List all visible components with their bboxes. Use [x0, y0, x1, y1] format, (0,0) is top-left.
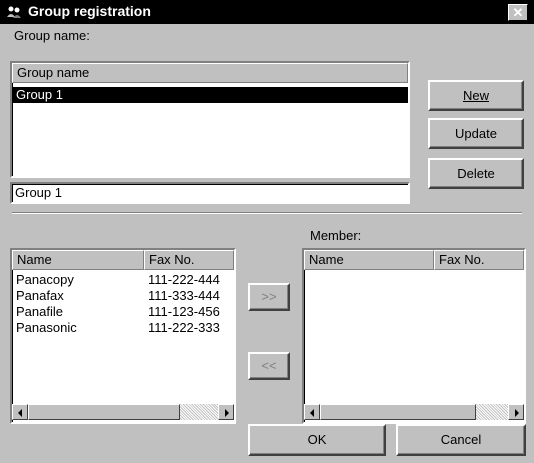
- arrow-left-icon: [310, 409, 314, 417]
- group-name-field-value: Group 1: [15, 185, 62, 200]
- directory-row-name: Panasonic: [16, 320, 77, 335]
- member-hscrollbar[interactable]: [304, 404, 524, 420]
- ok-button-label: OK: [307, 432, 327, 447]
- delete-button-label: Delete: [457, 166, 495, 181]
- add-member-button[interactable]: >>: [248, 283, 290, 311]
- member-list[interactable]: Name Fax No.: [302, 248, 526, 424]
- close-button[interactable]: ✕: [508, 4, 528, 21]
- cancel-button-label: Cancel: [440, 432, 482, 447]
- directory-row-fax: 111-333-444: [148, 288, 220, 303]
- separator: [12, 212, 522, 214]
- directory-row[interactable]: Panafax 111-333-444: [12, 288, 234, 304]
- scroll-right-button[interactable]: [218, 404, 234, 420]
- ok-button[interactable]: OK: [248, 424, 386, 456]
- delete-button[interactable]: Delete: [428, 158, 524, 189]
- scroll-left-button[interactable]: [304, 404, 320, 420]
- update-button[interactable]: Update: [428, 118, 524, 149]
- member-label: Member:: [310, 228, 362, 243]
- remove-member-label: <<: [261, 358, 277, 373]
- update-button-label: Update: [455, 126, 497, 141]
- add-member-label: >>: [261, 289, 277, 304]
- scroll-track[interactable]: [476, 404, 508, 420]
- directory-header-name[interactable]: Name: [12, 250, 144, 270]
- close-icon: ✕: [512, 5, 524, 20]
- directory-row-fax: 111-222-444: [148, 272, 220, 287]
- directory-row-fax: 111-222-333: [148, 320, 220, 335]
- group-people-icon: [6, 4, 22, 20]
- group-name-field[interactable]: Group 1: [10, 182, 410, 204]
- directory-row-name: Panafax: [16, 288, 64, 303]
- new-button[interactable]: New: [428, 80, 524, 111]
- scroll-thumb[interactable]: [28, 404, 180, 420]
- group-list-item[interactable]: Group 1: [12, 87, 408, 103]
- scroll-left-button[interactable]: [12, 404, 28, 420]
- arrow-left-icon: [18, 409, 22, 417]
- window-title: Group registration: [28, 3, 151, 19]
- arrow-right-icon: [515, 409, 519, 417]
- directory-row[interactable]: Panasonic 111-222-333: [12, 320, 234, 336]
- directory-header-fax[interactable]: Fax No.: [144, 250, 234, 270]
- directory-row[interactable]: Panafile 111-123-456: [12, 304, 234, 320]
- scroll-track[interactable]: [180, 404, 218, 420]
- member-header-name[interactable]: Name: [304, 250, 434, 270]
- group-list-header[interactable]: Group name: [12, 63, 408, 83]
- scroll-right-button[interactable]: [508, 404, 524, 420]
- directory-row-fax: 111-123-456: [148, 304, 220, 319]
- title-bar[interactable]: Group registration ✕: [0, 0, 534, 24]
- directory-hscrollbar[interactable]: [12, 404, 234, 420]
- remove-member-button[interactable]: <<: [248, 352, 290, 380]
- cancel-button[interactable]: Cancel: [396, 424, 526, 456]
- directory-row-name: Panacopy: [16, 272, 74, 287]
- group-name-label: Group name:: [14, 28, 90, 43]
- member-header-fax[interactable]: Fax No.: [434, 250, 524, 270]
- new-button-label: New: [462, 88, 489, 103]
- group-item-label: Group 1: [16, 87, 63, 102]
- directory-row[interactable]: Panacopy 111-222-444: [12, 272, 234, 288]
- scroll-thumb[interactable]: [320, 404, 476, 420]
- group-list[interactable]: Group name Group 1: [10, 61, 410, 178]
- directory-row-name: Panafile: [16, 304, 63, 319]
- arrow-right-icon: [225, 409, 229, 417]
- directory-list[interactable]: Name Fax No. Panacopy 111-222-444 Panafa…: [10, 248, 236, 424]
